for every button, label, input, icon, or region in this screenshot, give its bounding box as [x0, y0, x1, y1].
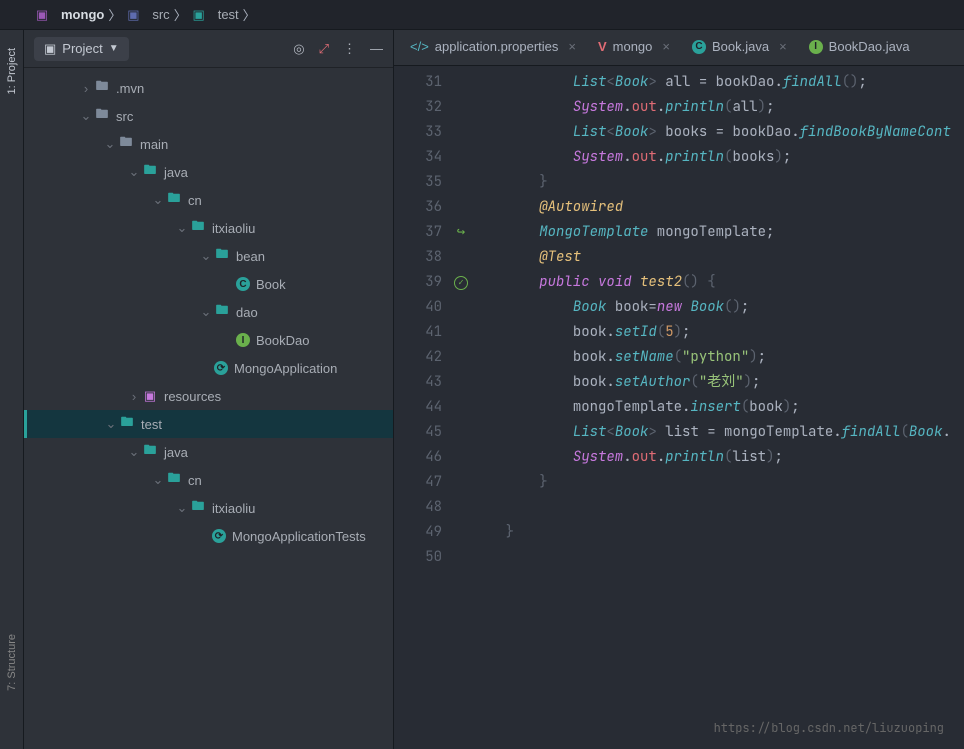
tree-item-java[interactable]: ⌄🖿java — [24, 158, 393, 186]
tree-item-mongoapp[interactable]: ⟳MongoApplication — [24, 354, 393, 382]
tree-item-dao[interactable]: ⌄🖿dao — [24, 298, 393, 326]
tree-item-itxiaoliu2[interactable]: ⌄🖿itxiaoliu — [24, 494, 393, 522]
rail-project[interactable]: 1: Project — [6, 40, 18, 102]
tab-bookdao[interactable]: IBookDao.java — [799, 30, 920, 65]
override-icon[interactable]: ↪ — [457, 220, 465, 245]
tree-item-bookdao[interactable]: IBookDao — [24, 326, 393, 354]
minimize-icon[interactable]: — — [370, 41, 383, 57]
sidebar-header: ▣ Project ▼ ◎ ⤢ ⋮ — — [24, 30, 393, 68]
close-icon[interactable]: × — [779, 39, 787, 54]
editor-area: </>application.properties× Vmongo× CBook… — [394, 30, 964, 749]
tree-item-cn2[interactable]: ⌄🖿cn — [24, 466, 393, 494]
tab-properties[interactable]: </>application.properties× — [400, 30, 586, 65]
class-icon: ⟳ — [214, 361, 228, 375]
left-tool-rail: 1: Project 7: Structure — [0, 30, 24, 749]
folder-icon: ▣ — [125, 7, 141, 23]
crumb-test[interactable]: ▣ test — [187, 7, 243, 23]
code-editor[interactable]: 31 List<Book> all = bookDao.findAll(); 3… — [394, 66, 964, 749]
crumb-root[interactable]: ▣ mongo — [30, 7, 108, 23]
close-icon[interactable]: × — [662, 39, 670, 54]
collapse-icon[interactable]: ⤢ — [319, 41, 329, 57]
class-icon: ⟳ — [212, 529, 226, 543]
tab-book[interactable]: CBook.java× — [682, 30, 797, 65]
run-icon[interactable]: ✓ — [454, 276, 468, 290]
tree-item-mat[interactable]: ⟳MongoApplicationTests — [24, 522, 393, 550]
tree-item-test[interactable]: ⌄🖿test — [24, 410, 393, 438]
project-dropdown[interactable]: ▣ Project ▼ — [34, 37, 129, 61]
tree-item-mvn[interactable]: ›🖿.mvn — [24, 74, 393, 102]
tree-item-itxiaoliu[interactable]: ⌄🖿itxiaoliu — [24, 214, 393, 242]
tree-item-main[interactable]: ⌄🖿main — [24, 130, 393, 158]
tree-item-book[interactable]: CBook — [24, 270, 393, 298]
resources-icon: ▣ — [142, 388, 158, 404]
target-icon[interactable]: ◎ — [293, 41, 304, 57]
class-icon: C — [236, 277, 250, 291]
project-icon: ▣ — [44, 41, 56, 57]
crumb-src[interactable]: ▣ src — [121, 7, 173, 23]
file-icon: </> — [410, 39, 429, 54]
module-icon: ▣ — [34, 7, 50, 23]
tree-item-cn[interactable]: ⌄🖿cn — [24, 186, 393, 214]
chevron-down-icon: ▼ — [109, 43, 119, 54]
interface-icon: I — [236, 333, 250, 347]
interface-icon: I — [809, 40, 823, 54]
tab-mongo[interactable]: Vmongo× — [588, 30, 680, 65]
more-icon[interactable]: ⋮ — [343, 41, 356, 57]
tree-item-src[interactable]: ⌄🖿src — [24, 102, 393, 130]
tree-item-bean[interactable]: ⌄🖿bean — [24, 242, 393, 270]
rail-structure[interactable]: 7: Structure — [6, 626, 18, 699]
editor-tabs: </>application.properties× Vmongo× CBook… — [394, 30, 964, 66]
tree-item-java2[interactable]: ⌄🖿java — [24, 438, 393, 466]
class-icon: C — [692, 40, 706, 54]
watermark: https://blog.csdn.net/liuzuoping — [714, 716, 944, 741]
close-icon[interactable]: × — [568, 39, 576, 54]
folder-icon: ▣ — [191, 7, 207, 23]
project-tree: ›🖿.mvn ⌄🖿src ⌄🖿main ⌄🖿java ⌄🖿cn ⌄🖿itxiao… — [24, 68, 393, 749]
file-icon: V — [598, 39, 607, 54]
project-sidebar: ▣ Project ▼ ◎ ⤢ ⋮ — ›🖿.mvn ⌄🖿src ⌄🖿main … — [24, 30, 394, 749]
tree-item-resources[interactable]: ›▣resources — [24, 382, 393, 410]
breadcrumb-bar: ▣ mongo 〉 ▣ src 〉 ▣ test 〉 — [0, 0, 964, 30]
